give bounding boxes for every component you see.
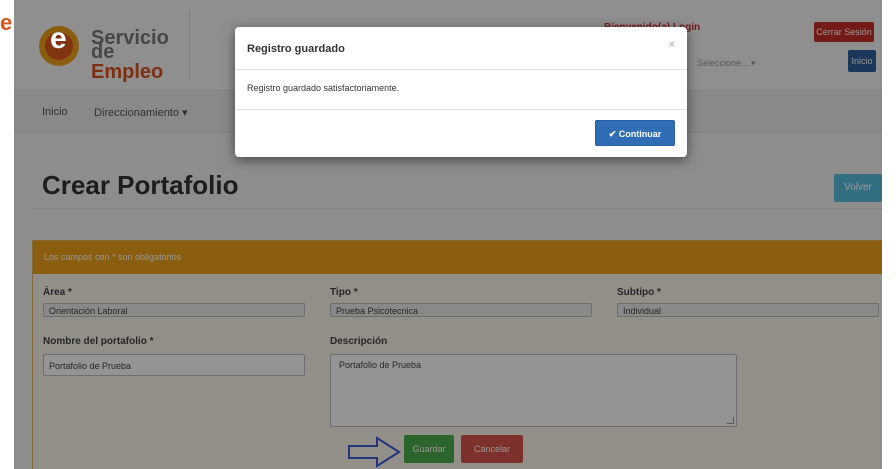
app-screen: e Servicio de Empleo Bienvenido(a) Login… <box>14 0 882 469</box>
confirmation-dialog: Registro guardado × Registro guardado sa… <box>235 27 687 157</box>
dialog-title: Registro guardado <box>247 43 345 55</box>
dialog-message: Registro guardado satisfactoriamente. <box>247 83 400 93</box>
dialog-footer-divider <box>235 109 687 110</box>
logo-letter: e <box>50 22 67 55</box>
continue-button[interactable]: ✔ Continuar <box>595 120 675 146</box>
dialog-header-divider <box>235 69 687 70</box>
close-icon[interactable]: × <box>669 39 675 51</box>
logo-fragment: e <box>0 10 13 35</box>
